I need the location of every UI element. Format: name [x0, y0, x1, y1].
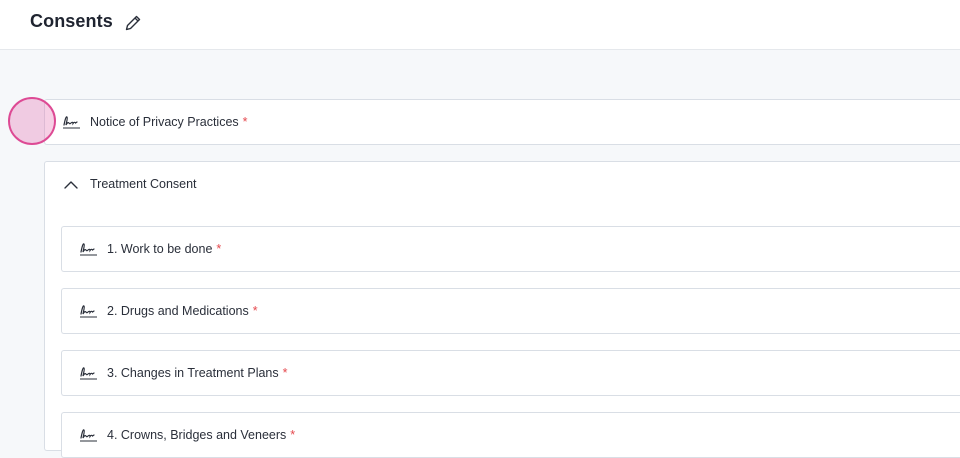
consent-label: 4. Crowns, Bridges and Veneers * — [107, 428, 295, 442]
consent-item-privacy[interactable]: Notice of Privacy Practices * — [44, 99, 960, 145]
chevron-up-icon[interactable] — [63, 179, 79, 191]
page-title: Consents — [30, 11, 113, 31]
consent-label-text: 2. Drugs and Medications — [107, 304, 249, 318]
consent-label: 3. Changes in Treatment Plans * — [107, 366, 288, 380]
required-mark: * — [216, 242, 222, 256]
required-mark: * — [282, 366, 288, 380]
consent-item[interactable]: 1. Work to be done * — [61, 226, 960, 272]
signature-icon — [63, 116, 80, 129]
required-mark: * — [290, 428, 296, 442]
required-mark: * — [252, 304, 258, 318]
consent-label: 1. Work to be done * — [107, 242, 221, 256]
consent-label-text: 3. Changes in Treatment Plans — [107, 366, 279, 380]
signature-icon — [80, 243, 97, 256]
signature-icon — [80, 367, 97, 380]
pencil-icon[interactable] — [123, 13, 143, 33]
consent-label-text: 1. Work to be done — [107, 242, 213, 256]
required-mark: * — [242, 115, 248, 129]
consent-item[interactable]: 4. Crowns, Bridges and Veneers * — [61, 412, 960, 458]
consent-item[interactable]: 3. Changes in Treatment Plans * — [61, 350, 960, 396]
consent-label: 2. Drugs and Medications * — [107, 304, 258, 318]
consent-label-text: 4. Crowns, Bridges and Veneers — [107, 428, 287, 442]
signature-icon — [80, 305, 97, 318]
consent-label-text: Notice of Privacy Practices — [90, 115, 239, 129]
group-title[interactable]: Treatment Consent — [90, 177, 197, 191]
consent-item[interactable]: 2. Drugs and Medications * — [61, 288, 960, 334]
page-header: Consents — [0, 0, 960, 50]
consent-label: Notice of Privacy Practices * — [90, 115, 248, 129]
consent-group-treatment: Treatment Consent 1. Work to be done * 2.… — [44, 161, 960, 458]
